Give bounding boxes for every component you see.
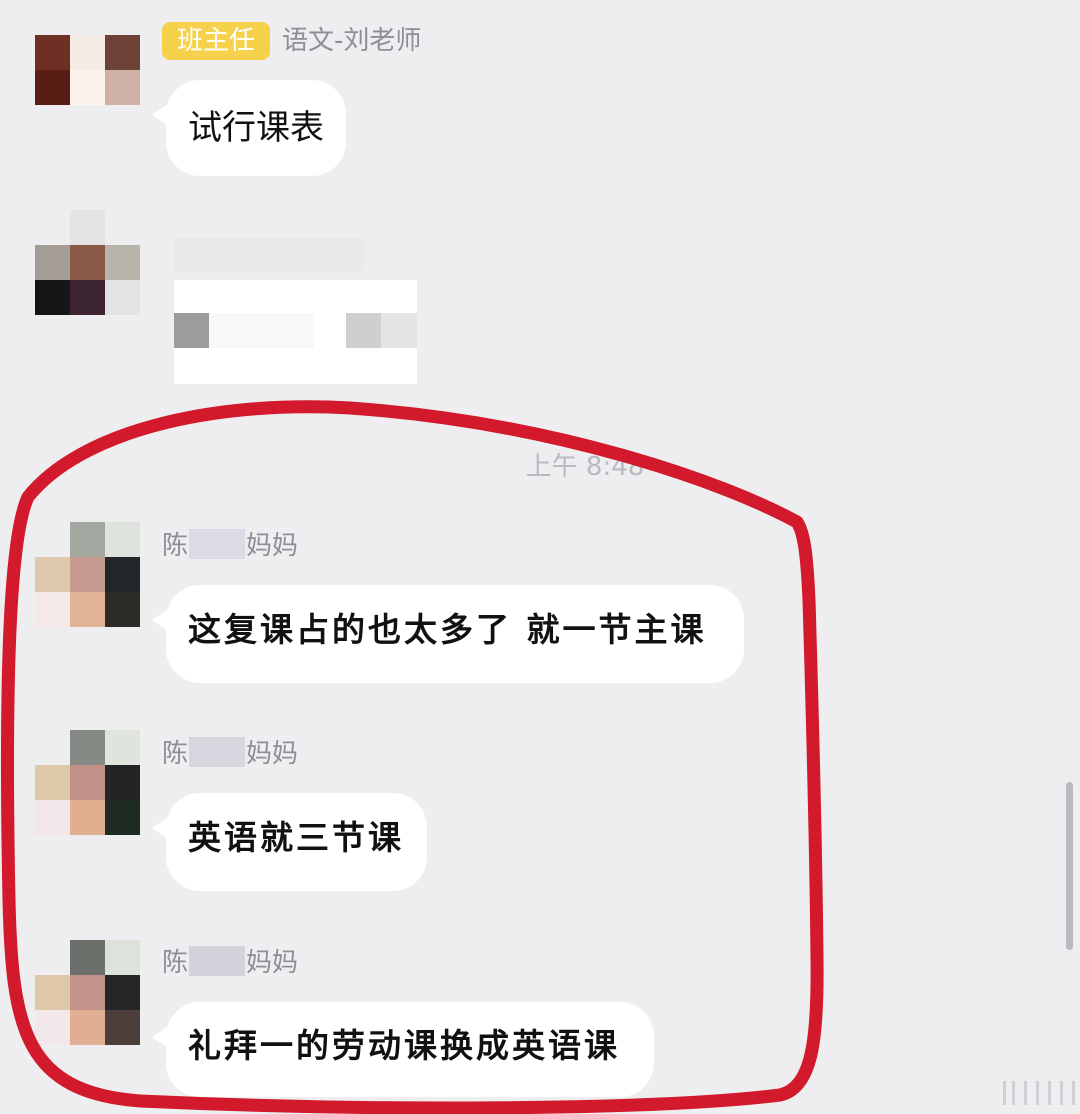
redacted-message-bubble[interactable] <box>174 280 417 384</box>
redacted-sender-name <box>174 238 364 272</box>
message-timestamp: 上午 8:48 <box>525 452 645 482</box>
message-bubble[interactable]: 礼拜一的劳动课换成英语课 <box>152 1002 654 1097</box>
parent-avatar[interactable] <box>35 730 140 835</box>
sender-name: 陈 妈妈 <box>162 736 298 772</box>
teacher-avatar[interactable] <box>35 35 140 105</box>
message-bubble[interactable]: 试行课表 <box>152 80 346 176</box>
sender-surname: 陈 <box>162 739 189 769</box>
redacted-avatar[interactable] <box>35 210 140 315</box>
sender-relation: 妈妈 <box>246 531 299 561</box>
sender-relation: 妈妈 <box>246 948 299 978</box>
redacted-name <box>189 529 246 559</box>
parent-avatar[interactable] <box>35 940 140 1045</box>
scrollbar-thumb[interactable] <box>1066 782 1073 950</box>
parent-avatar[interactable] <box>35 522 140 627</box>
role-badge-head-teacher: 班主任 <box>162 22 270 60</box>
redacted-name <box>189 946 246 976</box>
redaction-block <box>346 313 381 348</box>
message-bubble[interactable]: 英语就三节课 <box>152 793 427 891</box>
sender-name: 语文-刘老师 <box>282 26 422 56</box>
sender-surname: 陈 <box>162 531 189 561</box>
message-bubble[interactable]: 这复课占的也太多了 就一节主课 <box>152 585 744 683</box>
redaction-block <box>209 313 314 348</box>
watermark-icon <box>1003 1081 1075 1105</box>
sender-relation: 妈妈 <box>246 739 299 769</box>
sender-name: 陈 妈妈 <box>162 528 298 564</box>
sender-name: 陈 妈妈 <box>162 945 298 981</box>
redaction-block <box>381 313 417 348</box>
redaction-block <box>174 313 209 348</box>
redacted-name <box>189 737 246 767</box>
sender-surname: 陈 <box>162 948 189 978</box>
